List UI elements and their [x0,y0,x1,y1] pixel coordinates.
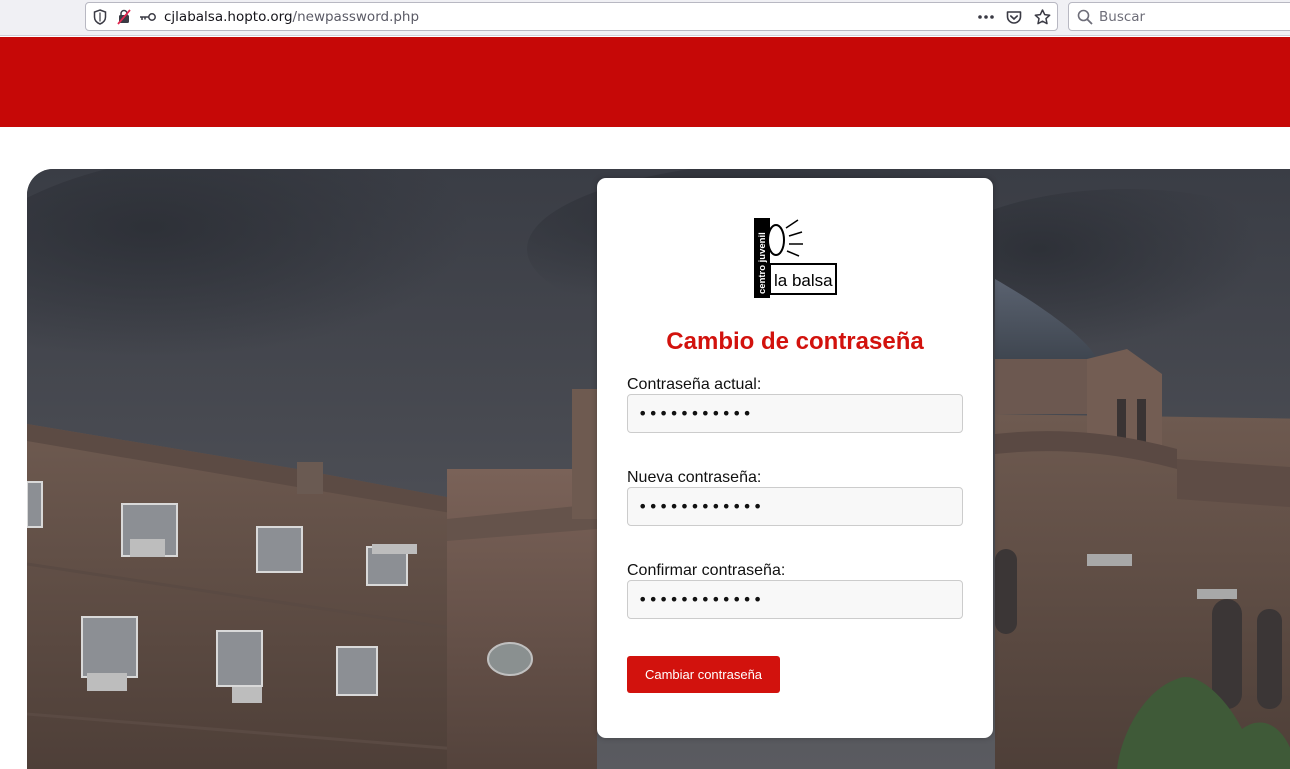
search-input[interactable] [1099,8,1279,25]
url-path: /newpassword.php [292,8,420,25]
pocket-icon[interactable] [1003,6,1025,28]
site-header-banner [0,37,1290,127]
tracking-off-icon[interactable] [114,7,134,27]
shield-icon[interactable] [90,7,110,27]
new-password-input[interactable] [627,487,963,526]
search-icon [1077,9,1093,25]
change-password-button[interactable]: Cambiar contraseña [627,656,780,693]
password-change-card: centro juvenil la balsa Cambio de contra… [597,178,993,738]
confirm-password-label: Confirmar contraseña: [627,562,786,579]
url-host: cjlabalsa.hopto.org [164,8,293,25]
browser-toolbar: cjlabalsa.hopto.org/newpassword.php [0,0,1290,36]
logo-main-text: la balsa [774,271,833,290]
confirm-password-input[interactable] [627,580,963,619]
new-password-label: Nueva contraseña: [627,469,762,486]
bookmark-star-icon[interactable] [1031,6,1053,28]
url-text[interactable]: cjlabalsa.hopto.org/newpassword.php [164,9,419,25]
current-password-label: Contraseña actual: [627,376,762,393]
site-logo: centro juvenil la balsa [752,216,838,302]
page-title: Cambio de contraseña [666,328,924,355]
more-dots-icon[interactable] [975,6,997,28]
current-password-input[interactable] [627,394,963,433]
url-bar[interactable]: cjlabalsa.hopto.org/newpassword.php [85,2,1058,31]
logo-vertical-text: centro juvenil [757,232,768,294]
key-icon[interactable] [138,7,158,27]
search-bar[interactable] [1068,2,1290,31]
